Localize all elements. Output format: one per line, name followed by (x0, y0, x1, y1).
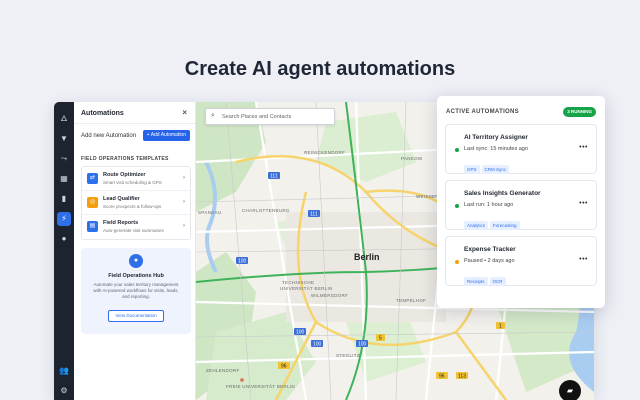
lightning-icon[interactable]: ⚡ (57, 212, 71, 226)
bulb-icon[interactable]: ● (57, 232, 71, 246)
more-icon[interactable]: ••• (579, 200, 588, 207)
automation-name: Expense Tracker (464, 246, 516, 253)
view-documentation-button[interactable]: View Documentation (108, 310, 164, 322)
tag: OCR (489, 277, 506, 286)
tag-list: Analytics Forecasting (464, 214, 522, 232)
svg-text:ZEHLENDORF: ZEHLENDORF (206, 368, 240, 373)
automations-panel: Automations × Add new Automation + Add A… (74, 102, 196, 400)
svg-text:STEGLITZ: STEGLITZ (336, 353, 360, 358)
users-icon[interactable]: 👥 (57, 364, 71, 378)
chevron-right-icon: › (183, 223, 185, 229)
tag: GPS (464, 165, 480, 174)
panel-title: Automations (81, 110, 124, 117)
svg-text:5: 5 (379, 336, 382, 342)
tag: Analytics (464, 221, 489, 230)
new-automation-label: Add new Automation (81, 133, 137, 139)
chart-icon[interactable]: ▮ (57, 192, 71, 206)
template-field-reports[interactable]: ▤ Field Reports Auto-generate visit summ… (82, 215, 190, 239)
svg-text:111: 111 (310, 212, 318, 218)
new-automation-row: Add new Automation + Add Automation (74, 124, 195, 148)
more-icon[interactable]: ••• (579, 144, 588, 151)
templates-section-title: FIELD OPERATIONS TEMPLATES (81, 156, 169, 162)
page-headline: Create AI agent automations (184, 58, 456, 80)
automation-status: Last sync: 15 minutes ago (464, 146, 528, 152)
svg-text:100: 100 (358, 342, 367, 348)
running-badge: 3 RUNNING (563, 107, 596, 117)
svg-text:WILMERSDORF: WILMERSDORF (311, 293, 348, 298)
automation-card[interactable]: AI Territory Assigner Last sync: 15 minu… (445, 124, 597, 174)
hub-title: Field Operations Hub (108, 273, 164, 279)
svg-text:100: 100 (313, 342, 322, 348)
automation-status: Last run: 1 hour ago (464, 202, 514, 208)
search-input[interactable]: Search Places and Contacts (222, 114, 291, 120)
panel-header: Automations × (74, 102, 195, 124)
gear-icon[interactable]: ⚙ (57, 384, 71, 398)
route-icon[interactable]: ⤳ (57, 152, 71, 166)
icon-rail: 🜂 ▼ ⤳ ▦ ▮ ⚡ ● 👥 ⚙ (54, 102, 74, 400)
svg-text:REINICKENDORF: REINICKENDORF (304, 150, 345, 155)
template-desc: Smart visit scheduling & GPS (103, 180, 162, 185)
svg-text:TEMPELHOF: TEMPELHOF (396, 298, 426, 303)
svg-text:100: 100 (296, 330, 305, 336)
calendar-icon[interactable]: ▦ (57, 172, 71, 186)
automation-card[interactable]: Expense Tracker Paused • 2 days ago ••• … (445, 236, 597, 286)
svg-text:FREIE UNIVERSITÄT BERLIN: FREIE UNIVERSITÄT BERLIN (226, 383, 295, 389)
automation-status: Paused • 2 days ago (464, 258, 515, 264)
template-desc: Score prospects & follow-ups (103, 204, 162, 209)
template-name: Lead Qualifier (103, 196, 140, 202)
svg-text:PANKOW: PANKOW (401, 156, 423, 161)
active-automations-card: ACTIVE AUTOMATIONS 3 RUNNING AI Territor… (437, 96, 605, 308)
status-dot (455, 148, 459, 152)
tag: Receipts (464, 277, 488, 286)
active-automations-title: ACTIVE AUTOMATIONS (446, 109, 519, 115)
search-icon: ⌕ (211, 112, 215, 119)
svg-text:CHARLOTTENBURG: CHARLOTTENBURG (242, 208, 290, 213)
tag-list: Receipts OCR (464, 270, 508, 288)
svg-text:TECHNISCHE: TECHNISCHE (282, 280, 314, 285)
template-lead-qualifier[interactable]: ◎ Lead Qualifier Score prospects & follo… (82, 191, 190, 215)
search-box[interactable]: ⌕ Search Places and Contacts (205, 108, 335, 125)
automation-name: Sales Insights Generator (464, 190, 541, 197)
hub-description: Automate your sales territory management… (93, 282, 179, 299)
filter-icon[interactable]: ▼ (57, 132, 71, 146)
svg-text:1: 1 (499, 324, 502, 330)
template-name: Route Optimizer (103, 172, 146, 178)
template-name: Field Reports (103, 220, 139, 226)
flame-icon[interactable]: 🜂 (57, 112, 71, 126)
add-automation-button[interactable]: + Add Automation (142, 130, 190, 141)
svg-text:113: 113 (458, 374, 466, 380)
target-icon: ◎ (87, 197, 98, 208)
report-icon: ▤ (87, 221, 98, 232)
template-desc: Auto-generate visit summaries (103, 228, 164, 233)
chat-icon[interactable]: ▰ (559, 380, 581, 400)
route-icon: ⇄ (87, 173, 98, 184)
tag-list: GPS CRM Sync (464, 158, 511, 176)
svg-text:111: 111 (270, 174, 278, 180)
svg-text:UNIVERSITÄT BERLIN: UNIVERSITÄT BERLIN (280, 285, 333, 291)
city-label: Berlin (354, 252, 380, 262)
chevron-right-icon: › (183, 199, 185, 205)
svg-text:SPANDAU: SPANDAU (198, 210, 222, 215)
close-icon[interactable]: × (182, 108, 187, 117)
chevron-right-icon: › (183, 175, 185, 181)
more-icon[interactable]: ••• (579, 256, 588, 263)
tag: Forecasting (490, 221, 520, 230)
tag: CRM Sync (481, 165, 510, 174)
templates-list: ⇄ Route Optimizer Smart visit scheduling… (81, 166, 191, 240)
automation-name: AI Territory Assigner (464, 134, 528, 141)
svg-text:96: 96 (281, 364, 287, 370)
template-route-optimizer[interactable]: ⇄ Route Optimizer Smart visit scheduling… (82, 167, 190, 191)
status-dot (455, 260, 459, 264)
svg-text:100: 100 (238, 259, 247, 265)
automation-card[interactable]: Sales Insights Generator Last run: 1 hou… (445, 180, 597, 230)
field-operations-hub: ● Field Operations Hub Automate your sal… (81, 248, 191, 334)
svg-text:96: 96 (439, 374, 445, 380)
bulb-icon: ● (129, 254, 143, 268)
status-dot (455, 204, 459, 208)
